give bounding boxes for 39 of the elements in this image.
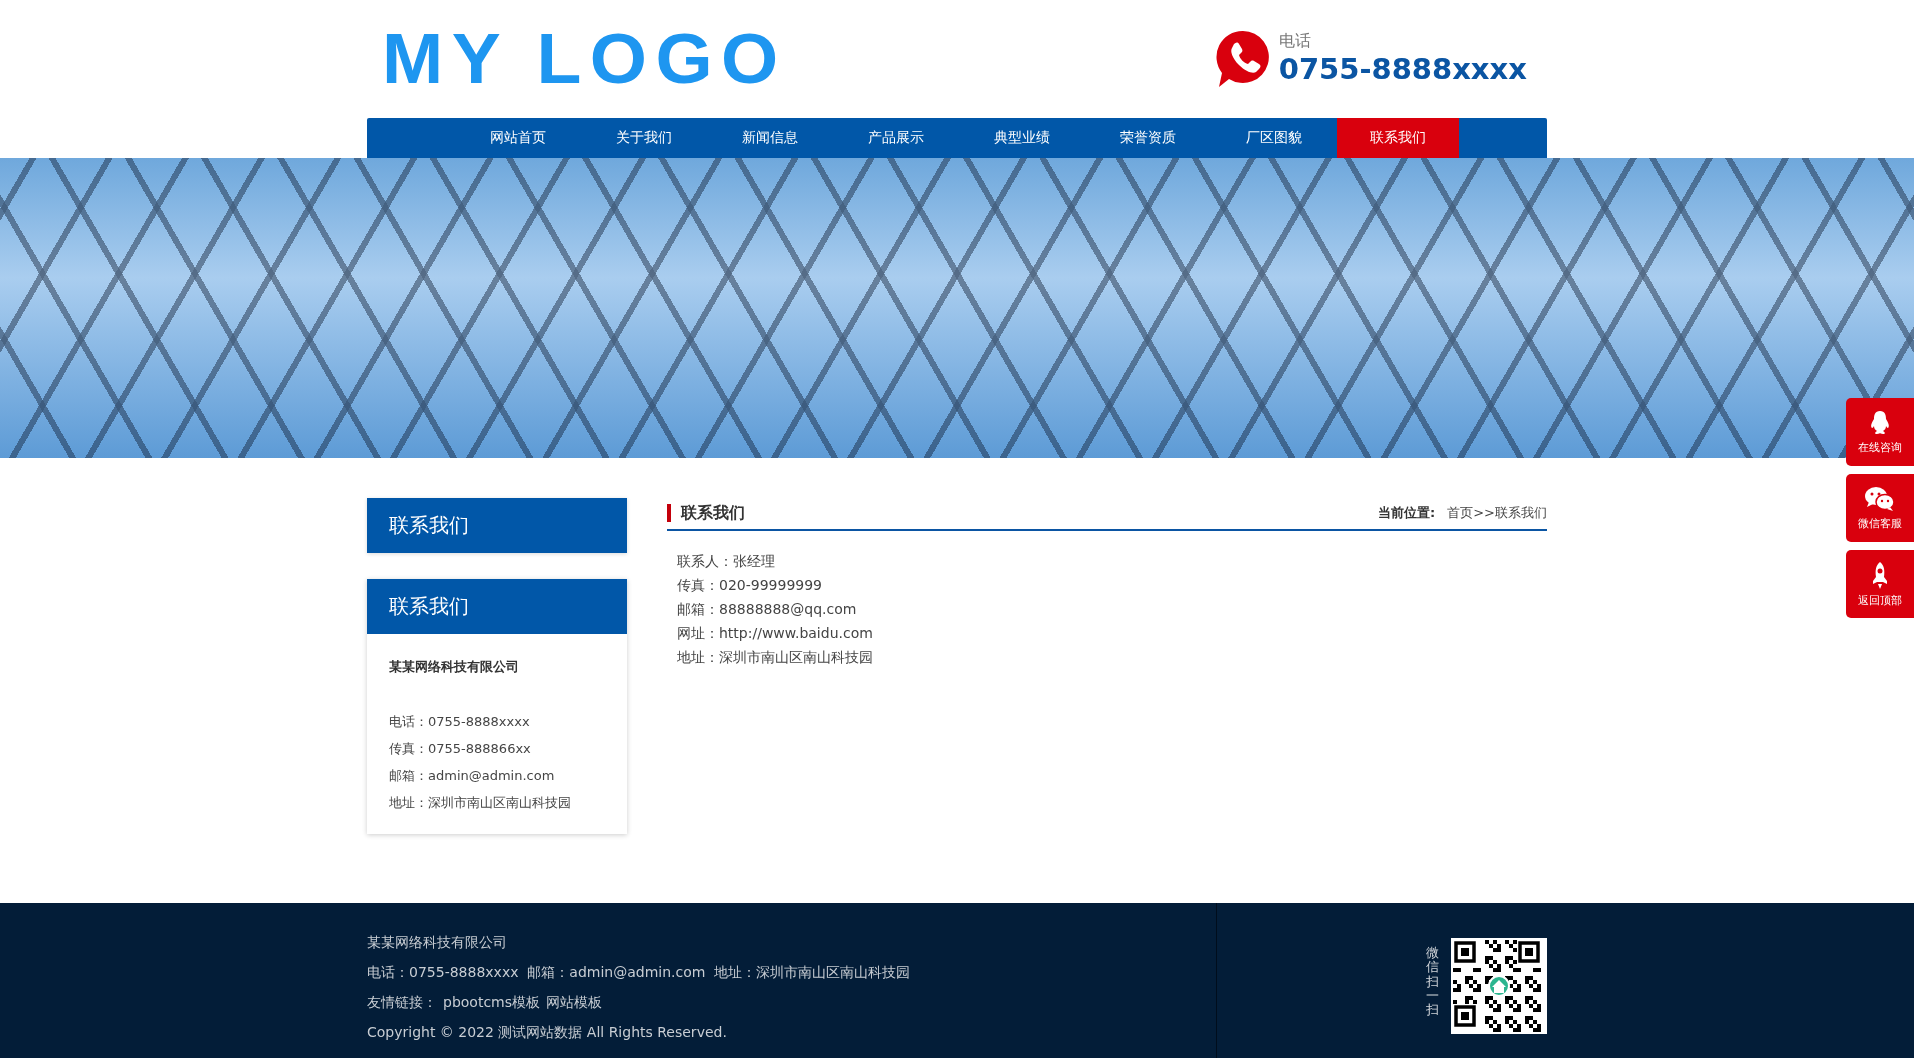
friend-link[interactable]: 网站模板 xyxy=(546,987,603,1017)
nav-item[interactable]: 新闻信息 xyxy=(707,118,833,158)
float-button[interactable]: 返回顶部 xyxy=(1846,550,1914,618)
company-name: 某某网络科技有限公司 xyxy=(389,658,520,676)
friend-link[interactable]: pbootcms模板 xyxy=(443,987,541,1017)
contact-line: 邮箱：admin@admin.com xyxy=(389,767,556,785)
contact-line: 电话：0755-8888xxxx xyxy=(389,713,531,731)
qr-caption: 微信扫一扫 xyxy=(1426,946,1439,1018)
contact-line: 联系人：张经理 xyxy=(677,552,776,571)
nav-item[interactable]: 产品展示 xyxy=(833,118,959,158)
card-title: 联系我们 xyxy=(367,579,627,634)
nav-item[interactable]: 厂区图貌 xyxy=(1211,118,1337,158)
breadcrumb-link[interactable]: 首页>>联系我们 xyxy=(1447,503,1547,522)
contact-line: 传真：020-99999999 xyxy=(677,576,824,595)
nav-item[interactable]: 典型业绩 xyxy=(959,118,1085,158)
nav-item[interactable]: 联系我们 xyxy=(1337,118,1459,158)
links-label: 友情链接： xyxy=(367,993,437,1012)
sidebar-title: 联系我们 xyxy=(367,498,627,553)
rocket-icon xyxy=(1870,560,1890,589)
contact-line: 传真：0755-888866xx xyxy=(389,740,532,758)
section-title: 联系我们 xyxy=(667,503,745,522)
nav-item[interactable]: 关于我们 xyxy=(581,118,707,158)
float-button[interactable]: 微信客服 xyxy=(1846,474,1914,542)
float-button[interactable]: 在线咨询 xyxy=(1846,398,1914,466)
company-name: 某某网络科技有限公司 xyxy=(367,933,508,952)
contact-line: 网址：http://www.baidu.com xyxy=(677,624,874,643)
breadcrumb-label: 当前位置: xyxy=(1378,503,1436,522)
chat-bubbles-icon xyxy=(1865,485,1895,512)
contact-line: 地址：深圳市南山区南山科技园 xyxy=(389,794,572,812)
phone-label: 电话 xyxy=(1278,31,1312,51)
copyright: Copyright © 2022 测试网站数据 All Rights Reserved. xyxy=(367,1023,728,1042)
phone-number: 0755-8888xxxx xyxy=(1278,51,1527,87)
phone-icon xyxy=(1214,29,1271,89)
contact-info: 电话：0755-8888xxxx 邮箱：admin@admin.com 地址：深圳市南山区南山科技园 xyxy=(367,963,912,982)
nav-item[interactable]: 荣誉资质 xyxy=(1085,118,1211,158)
nav-item[interactable]: 网站首页 xyxy=(455,118,581,158)
contact-line: 邮箱：88888888@qq.com xyxy=(677,600,858,619)
contact-line: 地址：深圳市南山区南山科技园 xyxy=(677,648,874,667)
penguin-icon xyxy=(1868,409,1892,436)
